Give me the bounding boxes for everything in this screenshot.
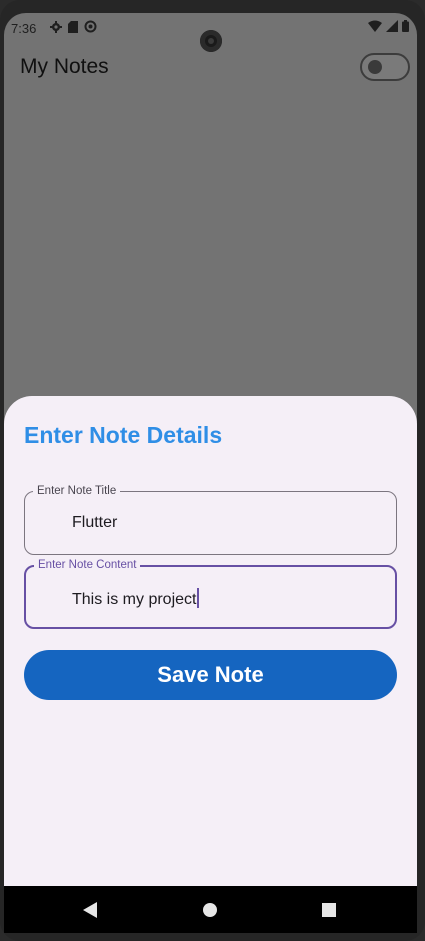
status-bar: 7:36 xyxy=(4,13,417,52)
home-icon[interactable] xyxy=(203,903,217,917)
note-content-field[interactable]: Enter Note Content This is my project xyxy=(24,558,397,629)
note-title-input[interactable]: Flutter xyxy=(72,514,117,532)
save-note-button[interactable]: Save Note xyxy=(24,650,397,700)
back-icon[interactable] xyxy=(83,902,97,918)
sync-icon xyxy=(84,20,97,33)
sheet-title: Enter Note Details xyxy=(24,422,223,448)
note-content-label: Enter Note Content xyxy=(34,558,141,572)
note-title-field[interactable]: Enter Note Title Flutter xyxy=(24,484,397,555)
text-cursor xyxy=(197,588,200,608)
note-title-label: Enter Note Title xyxy=(33,484,121,498)
note-content-input[interactable]: This is my project xyxy=(72,588,200,609)
theme-toggle-switch[interactable] xyxy=(360,53,410,81)
signal-icon xyxy=(386,20,398,32)
wifi-icon xyxy=(368,20,382,32)
navigation-bar xyxy=(4,886,417,933)
toggle-knob xyxy=(368,60,382,74)
gear-icon xyxy=(50,20,62,33)
screen: 7:36 My Notes Enter Note Details Enter N… xyxy=(4,13,417,933)
status-icons-right xyxy=(368,20,409,32)
battery-icon xyxy=(402,20,409,32)
sd-card-icon xyxy=(68,20,78,33)
status-time: 7:36 xyxy=(11,21,37,36)
device-frame: 7:36 My Notes Enter Note Details Enter N… xyxy=(0,0,425,941)
app-title: My Notes xyxy=(20,55,109,78)
front-camera xyxy=(200,30,222,52)
status-icons-left xyxy=(50,20,97,33)
note-content-value: This is my project xyxy=(72,591,197,608)
bottom-sheet: Enter Note Details Enter Note Title Flut… xyxy=(4,396,417,886)
recents-icon[interactable] xyxy=(322,903,336,917)
